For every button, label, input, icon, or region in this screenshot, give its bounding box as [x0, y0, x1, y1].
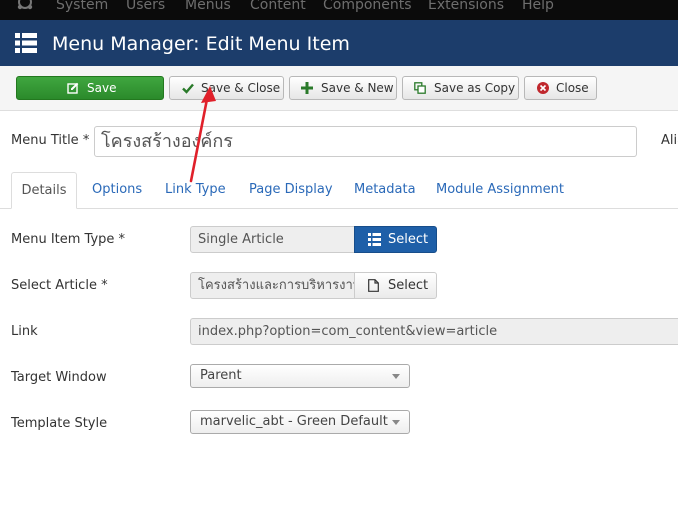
link-label: Link	[11, 324, 38, 339]
page-header: Menu Manager: Edit Menu Item	[0, 20, 678, 66]
tab-options[interactable]: Options	[92, 172, 142, 208]
link-field: index.php?option=com_content&view=articl…	[190, 318, 678, 345]
page-title: Menu Manager: Edit Menu Item	[52, 33, 350, 55]
tab-module-assignment[interactable]: Module Assignment	[436, 172, 564, 208]
file-icon	[368, 279, 379, 292]
select-article-label: Select Article *	[11, 278, 108, 293]
save-close-button[interactable]: Save & Close	[169, 76, 284, 100]
chevron-down-icon	[392, 420, 400, 425]
nav-help[interactable]: Help	[522, 0, 554, 14]
save-close-label: Save & Close	[201, 81, 281, 95]
close-circle-icon	[537, 82, 549, 94]
checkmark-icon	[182, 83, 194, 94]
tab-link-type[interactable]: Link Type	[165, 172, 226, 208]
alias-label: Alia	[661, 133, 678, 148]
nav-extensions[interactable]: Extensions	[428, 0, 504, 14]
list-icon	[368, 233, 381, 246]
menu-title-input[interactable]: โครงสร้างองค์กร	[94, 126, 637, 157]
nav-system[interactable]: System	[56, 0, 108, 14]
save-as-copy-button[interactable]: Save as Copy	[402, 76, 519, 100]
save-new-label: Save & New	[321, 81, 394, 95]
close-button[interactable]: Close	[524, 76, 597, 100]
joomla-logo-icon[interactable]	[16, 0, 34, 11]
save-button[interactable]: Save	[16, 76, 164, 100]
tab-page-display[interactable]: Page Display	[249, 172, 333, 208]
select-article-button[interactable]: Select	[354, 272, 437, 299]
list-menu-icon	[15, 33, 37, 53]
menu-item-type-select-button[interactable]: Select	[354, 226, 437, 253]
tab-bar: Details Options Link Type Page Display M…	[0, 172, 678, 209]
menu-item-type-field: Single Article	[190, 226, 355, 253]
plus-icon	[301, 82, 313, 94]
edit-icon	[67, 82, 79, 94]
save-button-label: Save	[87, 81, 117, 95]
menu-item-type-select-label: Select	[388, 232, 429, 247]
target-window-value: Parent	[200, 368, 242, 383]
copy-icon	[414, 82, 426, 94]
save-new-button[interactable]: Save & New	[289, 76, 397, 100]
nav-components[interactable]: Components	[323, 0, 412, 14]
template-style-label: Template Style	[11, 416, 108, 431]
nav-content[interactable]: Content	[250, 0, 306, 14]
select-article-field: โครงสร้างและการบริหารงาน	[190, 272, 355, 299]
menu-title-label: Menu Title *	[11, 133, 90, 148]
nav-menus[interactable]: Menus	[185, 0, 231, 14]
target-window-select[interactable]: Parent	[190, 364, 410, 388]
chevron-down-icon	[392, 374, 400, 379]
menu-item-type-label: Menu Item Type *	[11, 232, 126, 247]
target-window-label: Target Window	[11, 370, 107, 385]
tab-details[interactable]: Details	[11, 172, 77, 209]
template-style-select[interactable]: marvelic_abt - Green Default	[190, 410, 410, 434]
tab-metadata[interactable]: Metadata	[354, 172, 416, 208]
template-style-value: marvelic_abt - Green Default	[200, 414, 388, 429]
top-navigation-bar: System Users Menus Content Components Ex…	[0, 0, 678, 20]
nav-users[interactable]: Users	[126, 0, 165, 14]
close-label: Close	[556, 81, 589, 95]
save-as-copy-label: Save as Copy	[434, 81, 516, 95]
toolbar: Save Save & Close Save & New Save as Cop…	[0, 66, 678, 111]
select-article-button-label: Select	[388, 278, 429, 293]
